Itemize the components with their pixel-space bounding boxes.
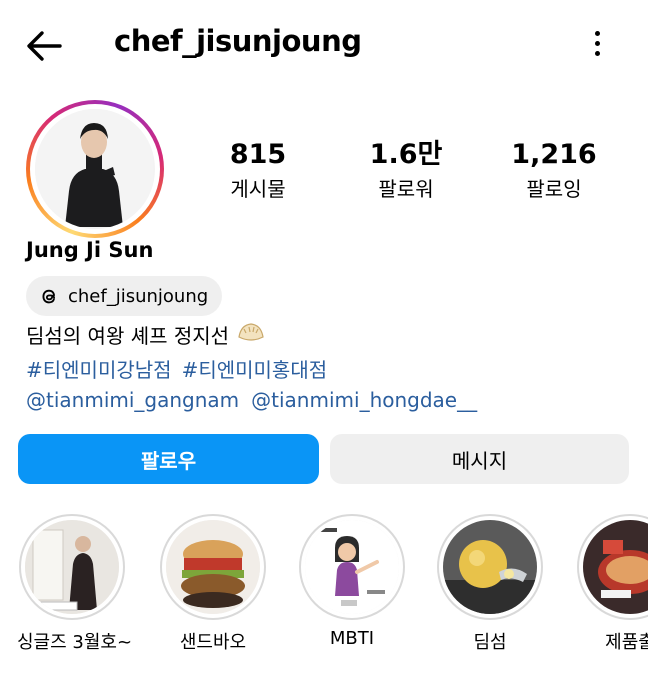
threads-icon — [42, 289, 56, 304]
bio-hashtags: #티엔미미강남점 #티엔미미홍대점 — [26, 354, 327, 383]
message-button[interactable]: 메시지 — [330, 434, 629, 484]
posts-count-label: 게시물 — [230, 177, 286, 201]
threads-link-chip[interactable]: chef_jisunjoung — [26, 276, 223, 316]
profile-username-title: chef_jisunjoung — [114, 24, 362, 58]
highlight-label: 딤섬 — [473, 632, 507, 653]
hashtag-gangnam[interactable]: #티엔미미강남점 — [26, 354, 172, 383]
followers-count[interactable]: 1.6만 팔로워 — [336, 138, 476, 202]
posts-count[interactable]: 815 게시물 — [188, 138, 328, 202]
following-count-label: 팔로잉 — [526, 177, 582, 201]
dumpling-emoji-icon — [237, 321, 265, 348]
following-count[interactable]: 1,216 팔로잉 — [484, 138, 624, 202]
followers-count-value: 1.6만 — [369, 139, 443, 170]
back-arrow-icon[interactable] — [22, 26, 66, 66]
story-highlight[interactable]: MBTI — [297, 514, 407, 649]
highlight-cover-magazine — [25, 520, 119, 614]
highlight-cover-product — [583, 520, 648, 614]
profile-bio: 딤섬의 여왕 셰프 정지선 — [26, 320, 265, 349]
following-count-value: 1,216 — [511, 139, 597, 170]
story-highlight[interactable]: 딤섬 — [435, 514, 545, 654]
highlight-label: 샌드바오 — [179, 632, 247, 653]
followers-count-label: 팔로워 — [378, 177, 434, 201]
highlight-label: MBTI — [329, 628, 375, 649]
mention-hongdae[interactable]: @tianmimi_hongdae__ — [251, 388, 477, 412]
profile-display-name: Jung Ji Sun — [26, 238, 154, 262]
highlight-cover-sandwich — [166, 520, 260, 614]
bio-mentions: @tianmimi_gangnam @tianmimi_hongdae__ — [26, 388, 477, 412]
story-highlight[interactable]: 싱글즈 3월호~ — [17, 514, 133, 654]
top-bar: chef_jisunjoung — [0, 0, 648, 90]
highlight-label: 제품출 — [605, 632, 648, 653]
highlight-label: 싱글즈 3월호~ — [17, 632, 133, 653]
story-highlight[interactable]: 샌드바오 — [158, 514, 268, 654]
profile-photo — [35, 109, 155, 229]
threads-handle: chef_jisunjoung — [68, 285, 209, 307]
mention-gangnam[interactable]: @tianmimi_gangnam — [26, 388, 239, 412]
story-highlight[interactable]: 제품출 — [575, 514, 648, 654]
posts-count-value: 815 — [229, 139, 287, 170]
hashtag-hongdae[interactable]: #티엔미미홍대점 — [182, 354, 328, 383]
more-options-icon[interactable] — [582, 26, 612, 66]
highlight-cover-mbti — [305, 520, 399, 614]
follow-button[interactable]: 팔로우 — [18, 434, 319, 484]
bio-text: 딤섬의 여왕 셰프 정지선 — [26, 324, 230, 348]
highlight-cover-dimsum — [443, 520, 537, 614]
profile-avatar[interactable] — [26, 100, 164, 238]
